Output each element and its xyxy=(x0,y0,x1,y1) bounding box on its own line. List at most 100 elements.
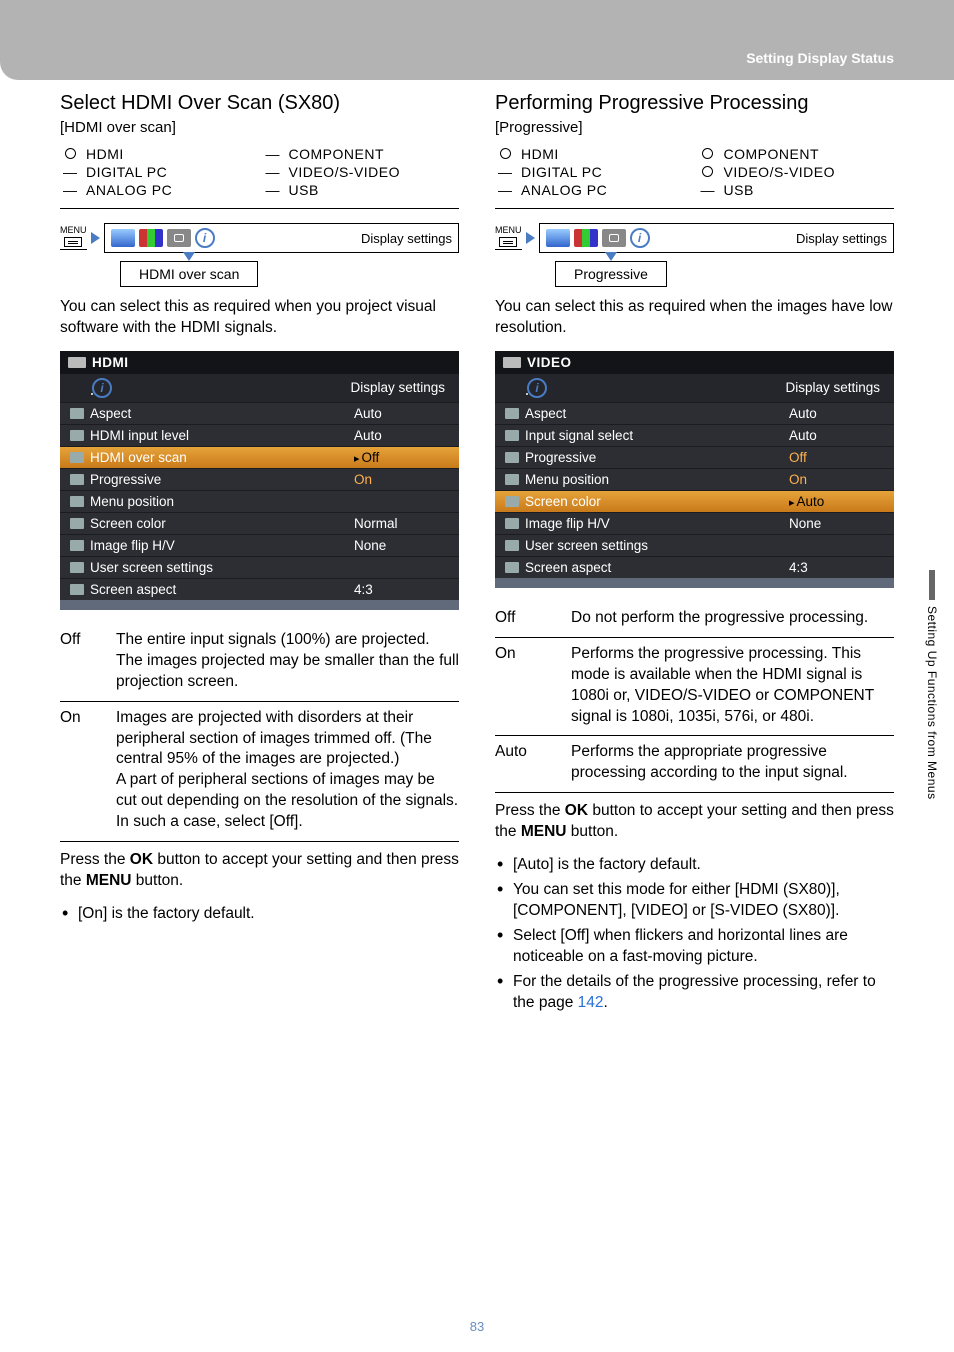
bullet-item: You can set this mode for either [HDMI (… xyxy=(495,880,894,922)
rmark-hdmi xyxy=(495,146,515,162)
mark-analogpc xyxy=(60,182,80,198)
row-icon xyxy=(70,474,84,485)
row-icon xyxy=(70,452,84,463)
osd-row: HDMI over scanOff xyxy=(60,446,459,468)
osd-row-val: None xyxy=(789,516,884,531)
tab-image-icon xyxy=(574,229,598,247)
tab-system-icon xyxy=(167,229,191,247)
mark-digitalpc xyxy=(60,164,80,180)
definition-val: The entire input signals (100%) are proj… xyxy=(116,630,459,693)
row-icon xyxy=(70,408,84,419)
mark-hdmi xyxy=(60,146,80,162)
osd-row-key: Screen color xyxy=(525,494,601,509)
tab-display-icon xyxy=(111,229,135,247)
chevron-right-icon xyxy=(91,232,100,244)
osd-row-key: Aspect xyxy=(525,406,566,421)
right-heading: Performing Progressive Processing xyxy=(495,92,894,115)
osd-row: AspectAuto xyxy=(495,402,894,424)
tab-label: Display settings xyxy=(361,231,452,246)
right-availability: HDMI COMPONENT DIGITAL PC VIDEO/S-VIDEO … xyxy=(495,146,894,198)
definition-row: Off The entire input signals (100%) are p… xyxy=(60,624,459,702)
osd-row-val: Off xyxy=(789,450,884,465)
osd-row-key: Aspect xyxy=(90,406,131,421)
osd-row: Image flip H/VNone xyxy=(60,534,459,556)
tab-image-icon xyxy=(139,229,163,247)
side-tab: Setting Up Functions from Menus xyxy=(922,570,942,910)
osd-tab-label: Display settings xyxy=(350,380,451,395)
rname-usb: USB xyxy=(724,182,895,198)
right-breadcrumb: MENU i Display settings Progressive xyxy=(495,223,894,287)
left-column: Select HDMI Over Scan (SX80) [HDMI over … xyxy=(60,92,459,1302)
chevron-down-icon xyxy=(605,252,617,261)
osd-row: HDMI input levelAuto xyxy=(60,424,459,446)
rname-component: COMPONENT xyxy=(724,146,895,162)
left-para: You can select this as required when you… xyxy=(60,297,459,339)
row-icon xyxy=(505,474,519,485)
rname-hdmi: HDMI xyxy=(521,146,692,162)
osd-tabs: i Display settings xyxy=(60,374,459,402)
left-definitions: Off The entire input signals (100%) are p… xyxy=(60,624,459,842)
osd-row-key: Progressive xyxy=(90,472,161,487)
name-analogpc: ANALOG PC xyxy=(86,182,257,198)
definition-key: Auto xyxy=(495,742,557,784)
row-icon xyxy=(505,430,519,441)
rmark-videos xyxy=(698,164,718,180)
menu-tabs: i Display settings xyxy=(104,223,460,253)
osd-title: HDMI xyxy=(92,355,129,370)
definition-row: Auto Performs the appropriate progressive… xyxy=(495,736,894,793)
osd-row: Input signal select Auto xyxy=(495,424,894,446)
left-bullets: [On] is the factory default. xyxy=(60,904,459,925)
definition-key: Off xyxy=(60,630,102,693)
definition-val: Performs the appropriate progressive pro… xyxy=(571,742,894,784)
row-icon xyxy=(70,496,84,507)
osd-row-val: 4:3 xyxy=(789,560,884,575)
chevron-right-icon xyxy=(526,232,535,244)
row-icon xyxy=(70,562,84,573)
left-breadcrumb: MENU i Display settings HDMI over scan xyxy=(60,223,459,287)
right-column: Performing Progressive Processing [Progr… xyxy=(495,92,894,1302)
osd-row-key: HDMI input level xyxy=(90,428,189,443)
definition-key: On xyxy=(495,644,557,728)
osd-row-val: 4:3 xyxy=(354,582,449,597)
osd-row: User screen settings xyxy=(495,534,894,556)
page-ref-link[interactable]: 142 xyxy=(578,994,604,1011)
osd-row-key: Progressive xyxy=(525,450,596,465)
row-icon xyxy=(505,496,519,507)
mark-videos xyxy=(263,164,283,180)
name-usb: USB xyxy=(289,182,460,198)
rname-analogpc: ANALOG PC xyxy=(521,182,692,198)
osd-row-val xyxy=(789,538,884,553)
definition-val: Images are projected with disorders at t… xyxy=(116,708,459,834)
osd-row: Image flip H/VNone xyxy=(495,512,894,534)
osd-row-val: None xyxy=(354,538,449,553)
osd-row-val: On xyxy=(789,472,884,487)
osd-row: ProgressiveOn xyxy=(60,468,459,490)
left-tag: [HDMI over scan] xyxy=(60,119,459,136)
bullet-item: Select [Off] when flickers and horizonta… xyxy=(495,926,894,968)
row-icon xyxy=(70,518,84,529)
osd-row: AspectAuto xyxy=(60,402,459,424)
tab-system-icon xyxy=(602,229,626,247)
osd-row-key: Menu position xyxy=(90,494,174,509)
definition-key: On xyxy=(60,708,102,834)
bullet-item: [Auto] is the factory default. xyxy=(495,855,894,876)
name-component: COMPONENT xyxy=(289,146,460,162)
osd-row: Progressive Off xyxy=(495,446,894,468)
osd-tab-info-icon: i xyxy=(92,378,112,398)
page-number: 83 xyxy=(0,1319,954,1334)
osd-row-key: Input signal select xyxy=(525,428,633,443)
osd-row: Screen colorNormal xyxy=(60,512,459,534)
rname-videos: VIDEO/S-VIDEO xyxy=(724,164,895,180)
row-icon xyxy=(70,540,84,551)
right-para: You can select this as required when the… xyxy=(495,297,894,339)
osd-row-key: Screen aspect xyxy=(90,582,176,597)
page-header: Setting Display Status xyxy=(0,0,954,80)
osd-row: Screen aspect4:3 xyxy=(495,556,894,578)
osd-row-val: Auto xyxy=(789,428,884,443)
right-accept: Press the OK button to accept your setti… xyxy=(495,801,894,843)
osd-row-key: Menu position xyxy=(525,472,609,487)
bullet-item: [On] is the factory default. xyxy=(60,904,459,925)
osd-row-val xyxy=(354,560,449,575)
tab-label: Display settings xyxy=(796,231,887,246)
osd-row-val: Auto xyxy=(789,494,884,509)
